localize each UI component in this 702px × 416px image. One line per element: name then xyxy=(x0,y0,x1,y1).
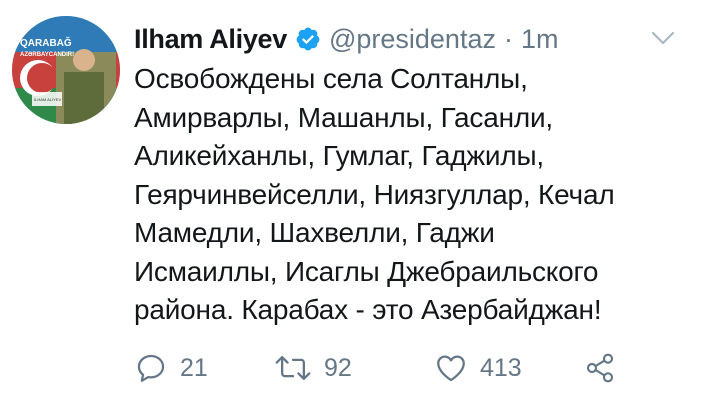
like-icon xyxy=(437,355,465,382)
avatar-image: QARABAĞ AZƏRBAYCANDIR! İLHAM ALİYEV xyxy=(12,16,120,124)
author-avatar[interactable]: QARABAĞ AZƏRBAYCANDIR! İLHAM ALİYEV xyxy=(12,16,120,124)
header-separator: · xyxy=(503,23,513,54)
tweet-text: Освобождены села Солтанлы, Амирварлы, Ма… xyxy=(134,63,615,325)
avatar-banner-line2: AZƏRBAYCANDIR! xyxy=(20,52,74,58)
reply-button[interactable]: 21 xyxy=(134,351,274,385)
share-icon xyxy=(586,353,614,383)
author-handle[interactable]: @presidentaz xyxy=(329,24,496,55)
share-button[interactable] xyxy=(584,352,616,384)
like-button[interactable]: 413 xyxy=(434,351,584,385)
author-name[interactable]: Ilham Aliyev xyxy=(134,24,287,55)
avatar-banner-line1: QARABAĞ xyxy=(20,36,72,49)
retweet-icon xyxy=(275,355,311,381)
verified-badge-icon xyxy=(296,27,320,51)
reply-icon xyxy=(137,354,165,382)
retweet-button[interactable]: 92 xyxy=(274,351,434,385)
chevron-down-icon[interactable] xyxy=(650,28,676,48)
retweet-count: 92 xyxy=(324,353,352,382)
like-count: 413 xyxy=(480,353,522,382)
reply-count: 21 xyxy=(180,353,208,382)
avatar-badge-text: İLHAM ALİYEV xyxy=(34,97,61,102)
tweet-header: Ilham Aliyev @presidentaz · 1m xyxy=(134,22,558,56)
tweet-actions: 21 92 413 xyxy=(134,350,616,386)
tweet-timestamp[interactable]: 1m xyxy=(521,24,559,55)
